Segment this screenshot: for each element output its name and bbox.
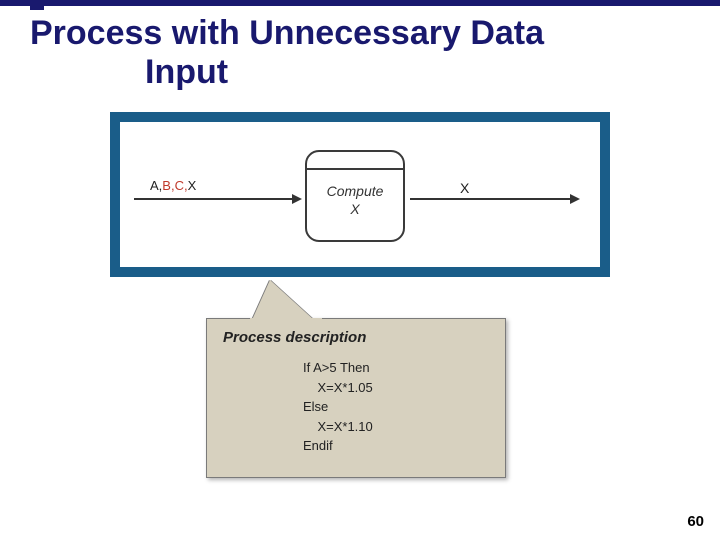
process-description-callout: Process description If A>5 Then X=X*1.05… (206, 318, 506, 478)
process-symbol: Compute X (305, 150, 405, 242)
output-flow-line (410, 198, 572, 200)
process-name: Compute X (307, 182, 403, 218)
process-pseudocode: If A>5 Then X=X*1.05 Else X=X*1.10 Endif (303, 358, 489, 456)
input-label-a: A, (150, 178, 162, 193)
process-header-divider (307, 168, 403, 170)
input-flow-arrowhead (292, 194, 302, 204)
title-line-2: Input (30, 53, 700, 92)
input-label-bc-highlight: B,C, (162, 178, 187, 193)
title-line-1: Process with Unnecessary Data (30, 14, 544, 52)
page-number: 60 (687, 513, 704, 530)
input-flow-line (134, 198, 294, 200)
process-name-line2: X (350, 201, 359, 217)
callout-pointer-mask (250, 318, 322, 324)
dfd-figure-frame: A,B,C,X Compute X X (110, 112, 610, 277)
title-bullet-square (30, 0, 44, 10)
input-label-x: X (188, 178, 197, 193)
slide-title: Process with Unnecessary Data Input (0, 6, 720, 92)
output-flow-label: X (460, 180, 469, 196)
callout-pointer (252, 280, 314, 320)
callout-heading: Process description (223, 329, 489, 346)
process-name-line1: Compute (327, 183, 384, 199)
title-accent-bar (0, 0, 720, 6)
input-flow-label: A,B,C,X (150, 178, 196, 193)
output-flow-arrowhead (570, 194, 580, 204)
